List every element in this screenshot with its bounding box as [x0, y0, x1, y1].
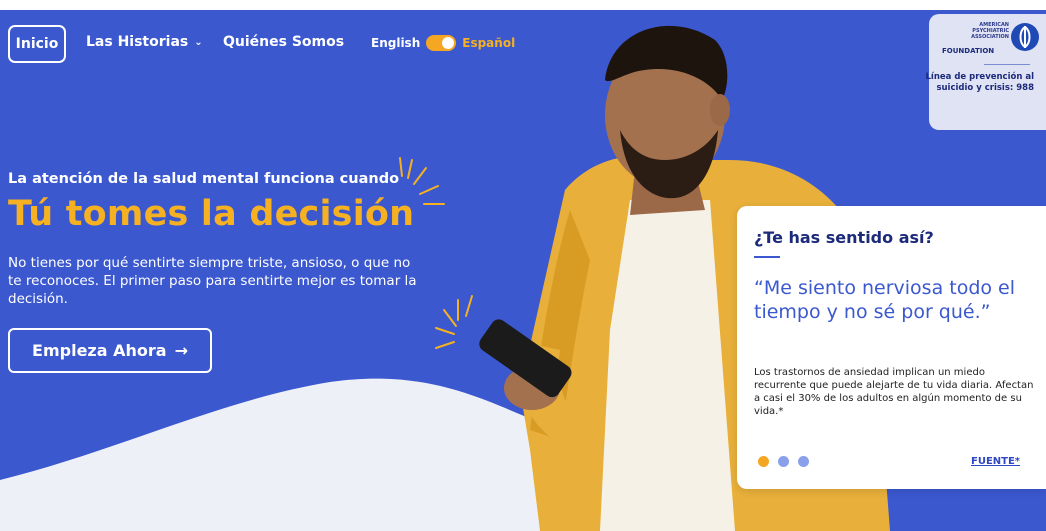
nav-about-link[interactable]: Quiénes Somos [223, 34, 344, 50]
hero-eyebrow: La atención de la salud mental funciona … [8, 171, 400, 187]
nav-home-button[interactable]: Inicio [8, 25, 66, 63]
nav-home-label: Inicio [15, 36, 59, 52]
card-body: Los trastornos de ansiedad implican un m… [754, 367, 1034, 417]
hero-section: Inicio Las Historias ⌄ Quiénes Somos Eng… [0, 10, 1046, 531]
lang-spanish-label[interactable]: Español [462, 36, 515, 50]
feeling-card: ¿Te has sentido así? “Me siento nerviosa… [737, 206, 1046, 489]
hero-body: No tienes por qué sentirte siempre trist… [8, 255, 417, 307]
hero-headline: Tú tomes la decisión [8, 194, 415, 234]
carousel-dot-3[interactable] [798, 456, 809, 467]
association-name: AMERICAN PSYCHIATRIC ASSOCIATION [971, 22, 1009, 40]
cta-label: Empleza Ahora [32, 341, 167, 360]
card-quote: “Me siento nerviosa todo el tiempo y no … [754, 277, 1016, 323]
divider [984, 64, 1030, 65]
source-link[interactable]: FUENTE* [971, 456, 1020, 467]
language-switcher[interactable]: English Español [371, 35, 515, 51]
foundation-label: FOUNDATION [942, 47, 995, 55]
carousel-dot-1[interactable] [758, 456, 769, 467]
phone-sparkle-icon [435, 295, 473, 349]
language-toggle[interactable] [426, 35, 457, 51]
lang-english-label[interactable]: English [371, 36, 420, 50]
carousel-dots [758, 456, 809, 467]
chevron-down-icon: ⌄ [194, 36, 203, 48]
card-title: ¿Te has sentido así? [754, 228, 934, 247]
card-title-underline [754, 256, 780, 258]
crisis-line-text: Línea de prevención al suicidio y crisis… [925, 72, 1035, 93]
nav-stories-label: Las Historias [86, 34, 189, 50]
nav-about-label: Quiénes Somos [223, 34, 345, 50]
sparkle-icon [399, 157, 445, 205]
start-now-button[interactable]: Empleza Ahora → [8, 328, 212, 373]
crisis-line-card: AMERICAN PSYCHIATRIC ASSOCIATION FOUNDAT… [926, 14, 1046, 130]
carousel-dot-2[interactable] [778, 456, 789, 467]
toggle-knob [442, 37, 455, 49]
arrow-right-icon: → [174, 341, 188, 360]
nav-stories-menu[interactable]: Las Historias ⌄ [86, 34, 203, 50]
apa-foundation-logo [1011, 23, 1039, 51]
